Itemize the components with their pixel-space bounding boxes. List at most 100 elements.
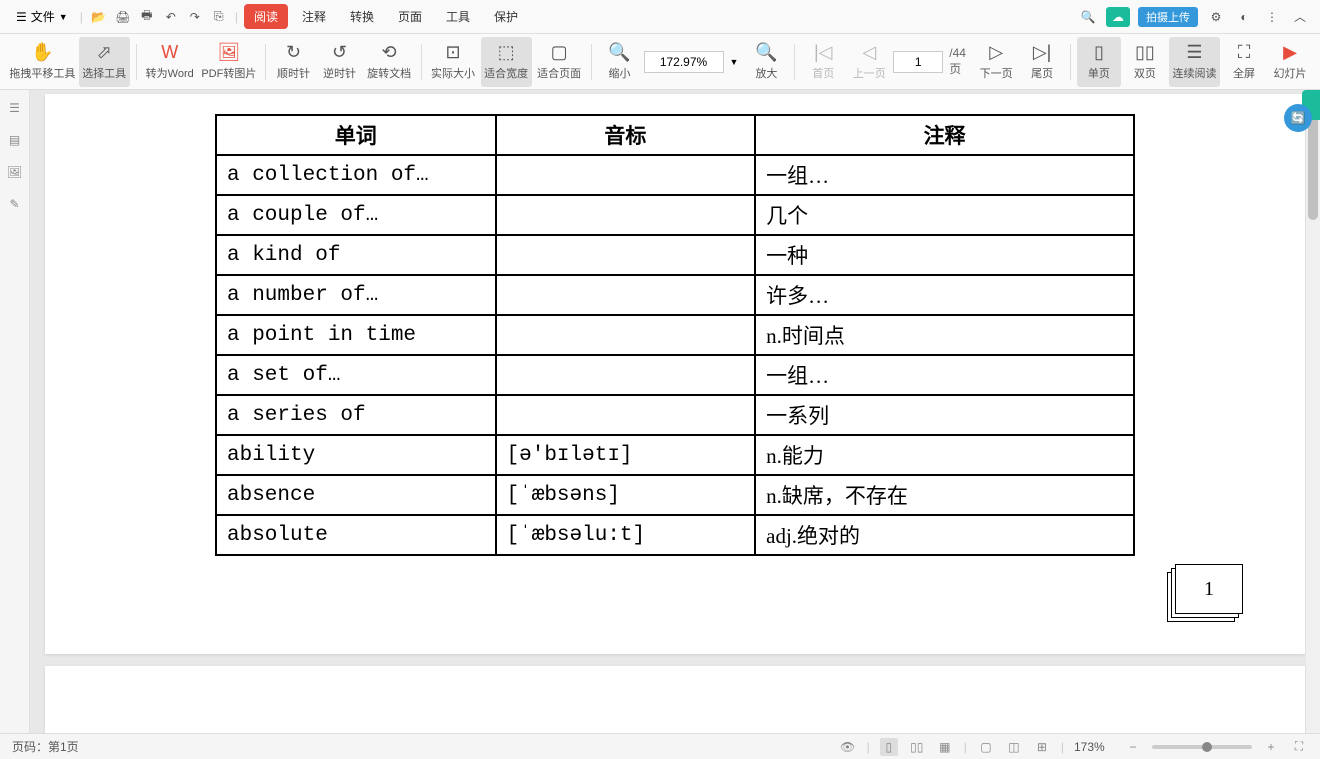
page-input[interactable]	[893, 51, 943, 73]
page-number: 1	[1175, 564, 1243, 614]
continuous-icon: ☰	[1184, 43, 1204, 63]
cell-word: a series of	[216, 395, 496, 435]
double-page-button[interactable]: ▯▯ 双页	[1123, 37, 1167, 87]
fullscreen-status-icon[interactable]: ⛶	[1290, 738, 1308, 756]
header-word: 单词	[216, 115, 496, 155]
zoom-slider-thumb[interactable]	[1202, 742, 1212, 752]
separator	[421, 44, 422, 80]
open-icon[interactable]: 📂	[89, 7, 109, 27]
cloud-icon[interactable]: ☁	[1106, 7, 1130, 27]
tab-page[interactable]: 页面	[388, 4, 432, 29]
header-phonetic: 音标	[496, 115, 756, 155]
cell-phonetic	[496, 395, 756, 435]
rotate-ccw-icon: ↺	[330, 43, 350, 63]
zoom-input[interactable]	[644, 51, 724, 73]
theme-icon[interactable]: ◐	[1234, 7, 1254, 27]
redo-icon[interactable]: ↷	[185, 7, 205, 27]
fit-width-button[interactable]: ⬚ 适合宽度	[481, 37, 532, 87]
page-total: /44页	[949, 46, 972, 77]
menubar: ☰ 文件 ▼ | 📂 🖨 🖶 ↶ ↷ ⎘ | 阅读 注释 转换 页面 工具 保护…	[0, 0, 1320, 34]
chevron-down-icon: ▼	[59, 12, 68, 22]
convert-badge-icon[interactable]: 🔄	[1284, 104, 1312, 132]
settings-icon[interactable]: ⚙	[1206, 7, 1226, 27]
last-page-icon: ▷|	[1032, 43, 1052, 63]
layout-1-icon[interactable]: ▢	[977, 738, 995, 756]
hand-tool-button[interactable]: ✋ 拖拽平移工具	[8, 37, 77, 87]
collapse-icon[interactable]: ︿	[1290, 7, 1310, 27]
fullscreen-button[interactable]: ⛶ 全屏	[1222, 37, 1266, 87]
upload-button[interactable]: 拍摄上传	[1138, 7, 1198, 27]
next-page-button[interactable]: ▷ 下一页	[974, 37, 1018, 87]
cell-phonetic	[496, 195, 756, 235]
zoom-slider[interactable]	[1152, 745, 1252, 749]
cell-word: ability	[216, 435, 496, 475]
zoom-in-button[interactable]: 🔍 放大	[744, 37, 788, 87]
outline-icon[interactable]: 🖼	[5, 162, 25, 182]
file-label: 文件	[31, 8, 55, 25]
rotate-ccw-button[interactable]: ↺ 逆时针	[318, 37, 362, 87]
hamburger-icon: ☰	[16, 10, 27, 24]
cell-definition: 一系列	[755, 395, 1134, 435]
tab-read[interactable]: 阅读	[244, 4, 288, 29]
last-page-button[interactable]: ▷| 尾页	[1020, 37, 1064, 87]
search-icon[interactable]: 🔍	[1078, 7, 1098, 27]
view-single-icon[interactable]: ▯	[880, 738, 898, 756]
page-number-decoration: 1	[1167, 564, 1245, 624]
sidebar-toggle-icon[interactable]: ☰	[5, 98, 25, 118]
view-double-icon[interactable]: ▯▯	[908, 738, 926, 756]
table-row: a series of 一系列	[216, 395, 1134, 435]
zoom-in-icon: 🔍	[756, 43, 776, 63]
slideshow-button[interactable]: ▶ 幻灯片	[1268, 37, 1312, 87]
view-grid-icon[interactable]: ▦	[936, 738, 954, 756]
rotate-cw-icon: ↻	[284, 43, 304, 63]
zoom-out-button[interactable]: 🔍 缩小	[598, 37, 642, 87]
thumbnails-icon[interactable]: ▤	[5, 130, 25, 150]
header-definition: 注释	[755, 115, 1134, 155]
cell-definition: 一组…	[755, 155, 1134, 195]
cell-word: a couple of…	[216, 195, 496, 235]
zoom-minus-icon[interactable]: −	[1124, 738, 1142, 756]
status-zoom-display: 173%	[1074, 740, 1114, 754]
rotate-cw-button[interactable]: ↻ 顺时针	[272, 37, 316, 87]
continuous-button[interactable]: ☰ 连续阅读	[1169, 37, 1220, 87]
file-menu[interactable]: ☰ 文件 ▼	[10, 6, 74, 27]
single-page-button[interactable]: ▯ 单页	[1077, 37, 1121, 87]
first-page-button[interactable]: |◁ 首页	[801, 37, 845, 87]
cell-word: absolute	[216, 515, 496, 555]
tab-annotate[interactable]: 注释	[292, 4, 336, 29]
double-page-icon: ▯▯	[1135, 43, 1155, 63]
eye-icon[interactable]: 👁	[839, 738, 857, 756]
statusbar: 页码：第1页 👁 | ▯ ▯▯ ▦ | ▢ ◫ ⊞ | 173% − + ⛶	[0, 733, 1320, 759]
rotate-doc-button[interactable]: ⟲ 旋转文档	[364, 37, 415, 87]
to-word-button[interactable]: W 转为Word	[143, 37, 197, 87]
tab-tools[interactable]: 工具	[436, 4, 480, 29]
cell-phonetic: [ˈæbsəns]	[496, 475, 756, 515]
export-icon[interactable]: ⎘	[209, 7, 229, 27]
workspace: ☰ ▤ 🖼 ✎ 🔄 单词 音标 注释 a collection of…一组…a …	[0, 90, 1320, 733]
layout-2-icon[interactable]: ◫	[1005, 738, 1023, 756]
actual-size-button[interactable]: ⊡ 实际大小	[427, 37, 478, 87]
bookmark-icon[interactable]: ✎	[5, 194, 25, 214]
save-icon[interactable]: 🖨	[113, 7, 133, 27]
fit-page-button[interactable]: ▢ 适合页面	[534, 37, 585, 87]
single-page-icon: ▯	[1089, 43, 1109, 63]
hand-icon: ✋	[32, 43, 52, 63]
zoom-plus-icon[interactable]: +	[1262, 738, 1280, 756]
select-tool-button[interactable]: ⬀ 选择工具	[79, 37, 130, 87]
tab-convert[interactable]: 转换	[340, 4, 384, 29]
layout-3-icon[interactable]: ⊞	[1033, 738, 1051, 756]
tab-protect[interactable]: 保护	[484, 4, 528, 29]
document-viewer[interactable]: 🔄 单词 音标 注释 a collection of…一组…a couple o…	[30, 90, 1320, 733]
print-icon[interactable]: 🖶	[137, 7, 157, 27]
prev-page-button[interactable]: ◁ 上一页	[847, 37, 891, 87]
separator	[136, 44, 137, 80]
fit-width-icon: ⬚	[496, 43, 516, 63]
pdf-to-image-button[interactable]: 🖼 PDF转图片	[199, 37, 259, 87]
vertical-scrollbar[interactable]	[1306, 90, 1320, 733]
more-icon[interactable]: ⋮	[1262, 7, 1282, 27]
table-row: a couple of…几个	[216, 195, 1134, 235]
undo-icon[interactable]: ↶	[161, 7, 181, 27]
zoom-dropdown-icon[interactable]: ▼	[730, 57, 739, 67]
cell-definition: adj.绝对的	[755, 515, 1134, 555]
zoom-out-icon: 🔍	[610, 43, 630, 63]
